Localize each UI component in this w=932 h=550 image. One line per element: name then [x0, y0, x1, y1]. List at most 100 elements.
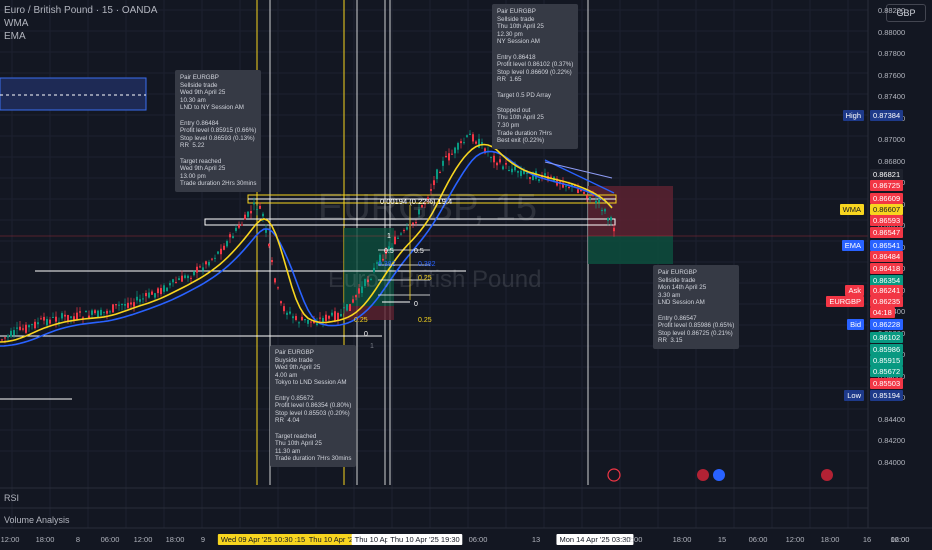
candle-body [226, 240, 228, 247]
economic-event-icons[interactable] [607, 468, 833, 482]
svg-text:0.25: 0.25 [418, 317, 432, 324]
candle-body [253, 202, 255, 205]
candle-body [346, 304, 348, 311]
candle-body [295, 316, 297, 320]
candle-body [217, 251, 219, 254]
candle-body [31, 324, 33, 326]
candle-body [511, 168, 513, 173]
candle-body [349, 303, 351, 311]
candle-body [274, 278, 276, 283]
svg-text:0.25: 0.25 [418, 275, 432, 282]
price-tick: 0.88200 [878, 6, 906, 15]
candle-body [301, 316, 303, 321]
candle-body [172, 279, 174, 283]
time-tick: 16 [862, 535, 872, 544]
candle-body [283, 306, 285, 312]
candle-body [439, 172, 441, 174]
candle-body [610, 217, 612, 221]
candle-body [490, 156, 492, 158]
candle-body [607, 217, 609, 221]
candle-body [16, 327, 18, 329]
uk-flag-icon [697, 469, 709, 481]
time-tick: 18:00 [672, 535, 692, 544]
candle-body [247, 211, 249, 217]
candle-body [40, 318, 42, 320]
trade-note-3[interactable]: Pair EURGBP Buyside trade Wed 9th April … [270, 345, 357, 467]
price-tag: 04:18 [870, 307, 895, 318]
candle-body [130, 302, 132, 305]
candle-body [583, 192, 585, 194]
candle-body [466, 135, 468, 137]
price-tag: 0.85194 [870, 390, 904, 401]
wma-legend[interactable]: WMA [4, 17, 157, 30]
candle-body [106, 310, 108, 314]
candle-body [169, 283, 171, 286]
candle-body [463, 142, 465, 144]
rsi-pane-label[interactable]: RSI [4, 493, 19, 503]
short-position-stop[interactable] [588, 186, 673, 236]
candle-body [565, 185, 567, 187]
time-tick: 9 [200, 535, 206, 544]
candle-body [151, 291, 153, 295]
candle-body [538, 179, 540, 182]
trade-note-4[interactable]: Pair EURGBP Sellside trade Mon 14th Apri… [653, 265, 740, 349]
candle-body [496, 162, 498, 166]
candle-body [94, 310, 96, 314]
candle-body [601, 209, 603, 211]
zone-box[interactable] [0, 77, 147, 111]
candle-body [502, 166, 504, 170]
price-tag: 0.87384 [870, 110, 904, 121]
candle-body [241, 224, 243, 226]
candle-body [118, 304, 120, 306]
candle-body [79, 311, 81, 313]
time-tick: 12:00 [133, 535, 153, 544]
svg-text:1: 1 [370, 343, 374, 350]
candle-body [49, 319, 51, 324]
candle-body [331, 312, 333, 316]
time-tick: 06:00 [100, 535, 120, 544]
time-tick: Wed 09 Apr '25 10:30 :15 [217, 534, 309, 545]
ema-legend[interactable]: EMA [4, 30, 157, 43]
candle-body [181, 275, 183, 282]
short-position-profit[interactable] [588, 236, 673, 264]
candle-body [154, 293, 156, 298]
price-tag: 0.86541 [870, 240, 904, 251]
time-tick: 18:00 [35, 535, 55, 544]
chart-legend: Euro / British Pound · 15 · OANDA WMA EM… [4, 4, 157, 43]
candle-body [208, 261, 210, 266]
candle-body [280, 301, 282, 304]
candle-body [268, 243, 270, 247]
candle-body [289, 311, 291, 314]
candle-body [577, 189, 579, 194]
candle-body [139, 299, 141, 302]
candle-body [310, 321, 312, 323]
candle-body [46, 319, 48, 326]
candle-body [436, 169, 438, 180]
candle-body [145, 293, 147, 297]
candle-body [55, 316, 57, 322]
candle-body [37, 322, 39, 325]
candle-body [193, 271, 195, 276]
candle-body [211, 258, 213, 260]
svg-text:0.5: 0.5 [384, 248, 394, 255]
price-tick: 0.84400 [878, 414, 906, 424]
price-tag: 0.85986 [870, 344, 904, 355]
chart-canvas[interactable]: 0.00194 (0.22%) 19.4 EURGBP, 15 Euro / B… [0, 0, 932, 550]
time-tick: 06:00 [748, 535, 768, 544]
candle-body [103, 311, 105, 313]
candle-body [394, 236, 396, 245]
price-tick: 0.84000 [878, 457, 906, 467]
symbol-line[interactable]: Euro / British Pound · 15 · OANDA [4, 4, 157, 17]
candle-body [205, 261, 207, 265]
candle-body [472, 134, 474, 142]
price-tag: 0.86609 [870, 193, 904, 204]
trade-note-2[interactable]: Pair EURGBP Sellside trade Thu 10th Apri… [492, 4, 579, 149]
candle-body [142, 298, 144, 300]
volume-pane-label[interactable]: Volume Analysis [4, 515, 70, 525]
price-tag: 0.85915 [870, 355, 904, 366]
trade-note-1[interactable]: Pair EURGBP Sellside trade Wed 9th April… [175, 70, 262, 192]
price-tick: 0.87000 [878, 135, 906, 144]
price-tag-label: Bid [847, 319, 864, 330]
price-tag: 0.86418 [870, 263, 904, 274]
price-tag: 0.85503 [870, 378, 904, 389]
